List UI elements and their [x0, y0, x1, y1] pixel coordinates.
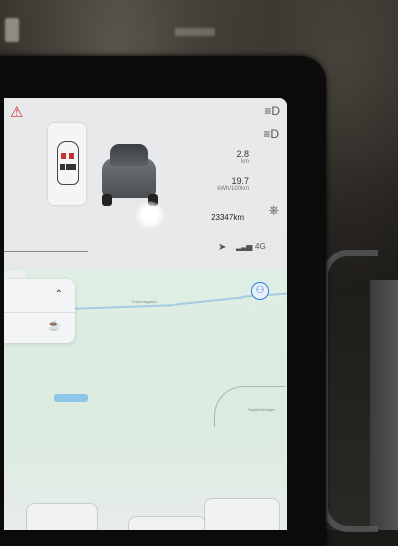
energy-consumption-value: 19.7: [231, 176, 249, 186]
wheel: [102, 194, 112, 206]
seatbelt-warning-icon: ⚠: [10, 104, 24, 121]
light-glare: [136, 201, 164, 229]
map-road: [174, 296, 244, 306]
car-roof: [110, 144, 148, 166]
background-light: [175, 28, 215, 36]
energy-consumption: 19.7 kWh/100km: [217, 176, 249, 193]
map-water: [54, 394, 88, 402]
status-divider: [4, 251, 88, 252]
my-location-icon[interactable]: ⚇: [251, 282, 269, 300]
signal-bars-icon: ▂▃▅: [236, 242, 253, 251]
trip-distance-value: 2.8: [236, 149, 249, 159]
bottom-bar-button[interactable]: [26, 503, 98, 530]
trip-distance: 2.8 km: [236, 149, 249, 166]
panel-divider: [4, 312, 75, 313]
background-door-handle: [322, 250, 378, 532]
odometer: 23347km: [211, 213, 244, 222]
bottom-bar-button[interactable]: [204, 498, 280, 530]
vehicle-status-panel: ⚠ ≡D ≡D 2.8 km 19.7 kWh/100km 23347km ⎈: [4, 98, 287, 233]
high-beam-icon: ≡D: [263, 127, 279, 141]
coffee-icon[interactable]: ☕: [47, 319, 61, 332]
map-road: [73, 304, 175, 310]
background-light: [5, 18, 19, 42]
car-mode-icon[interactable]: ⎈: [269, 203, 279, 216]
car-topview-icon: [57, 141, 79, 185]
trip-distance-unit: km: [241, 159, 249, 166]
low-beam-icon: ≡D: [264, 104, 280, 118]
map-tab[interactable]: [4, 271, 26, 279]
seat-icon: [61, 153, 66, 159]
road-label: Fornhusgatan: [132, 299, 157, 304]
seat-icon: [71, 164, 76, 170]
bottom-bar-button[interactable]: [128, 516, 206, 530]
navigation-arrow-icon: ➤: [218, 242, 227, 253]
seat-icon: [60, 164, 65, 170]
navigation-map[interactable]: Fornhusgatan Hayfieldsvägen ⚇ ⌃ ☕: [4, 269, 287, 530]
chevron-up-icon[interactable]: ⌃: [55, 289, 63, 300]
map-side-panel: ⌃ ☕: [4, 279, 75, 343]
road-label: Hayfieldsvägen: [248, 407, 276, 412]
seat-icon: [69, 153, 74, 159]
infotainment-screen: ⚠ ≡D ≡D 2.8 km 19.7 kWh/100km 23347km ⎈ …: [4, 98, 287, 530]
network-type: 4G: [255, 242, 266, 251]
car-overview-card[interactable]: [48, 123, 86, 205]
energy-consumption-unit: kWh/100km: [217, 186, 249, 193]
car-3d-model: [100, 140, 160, 206]
